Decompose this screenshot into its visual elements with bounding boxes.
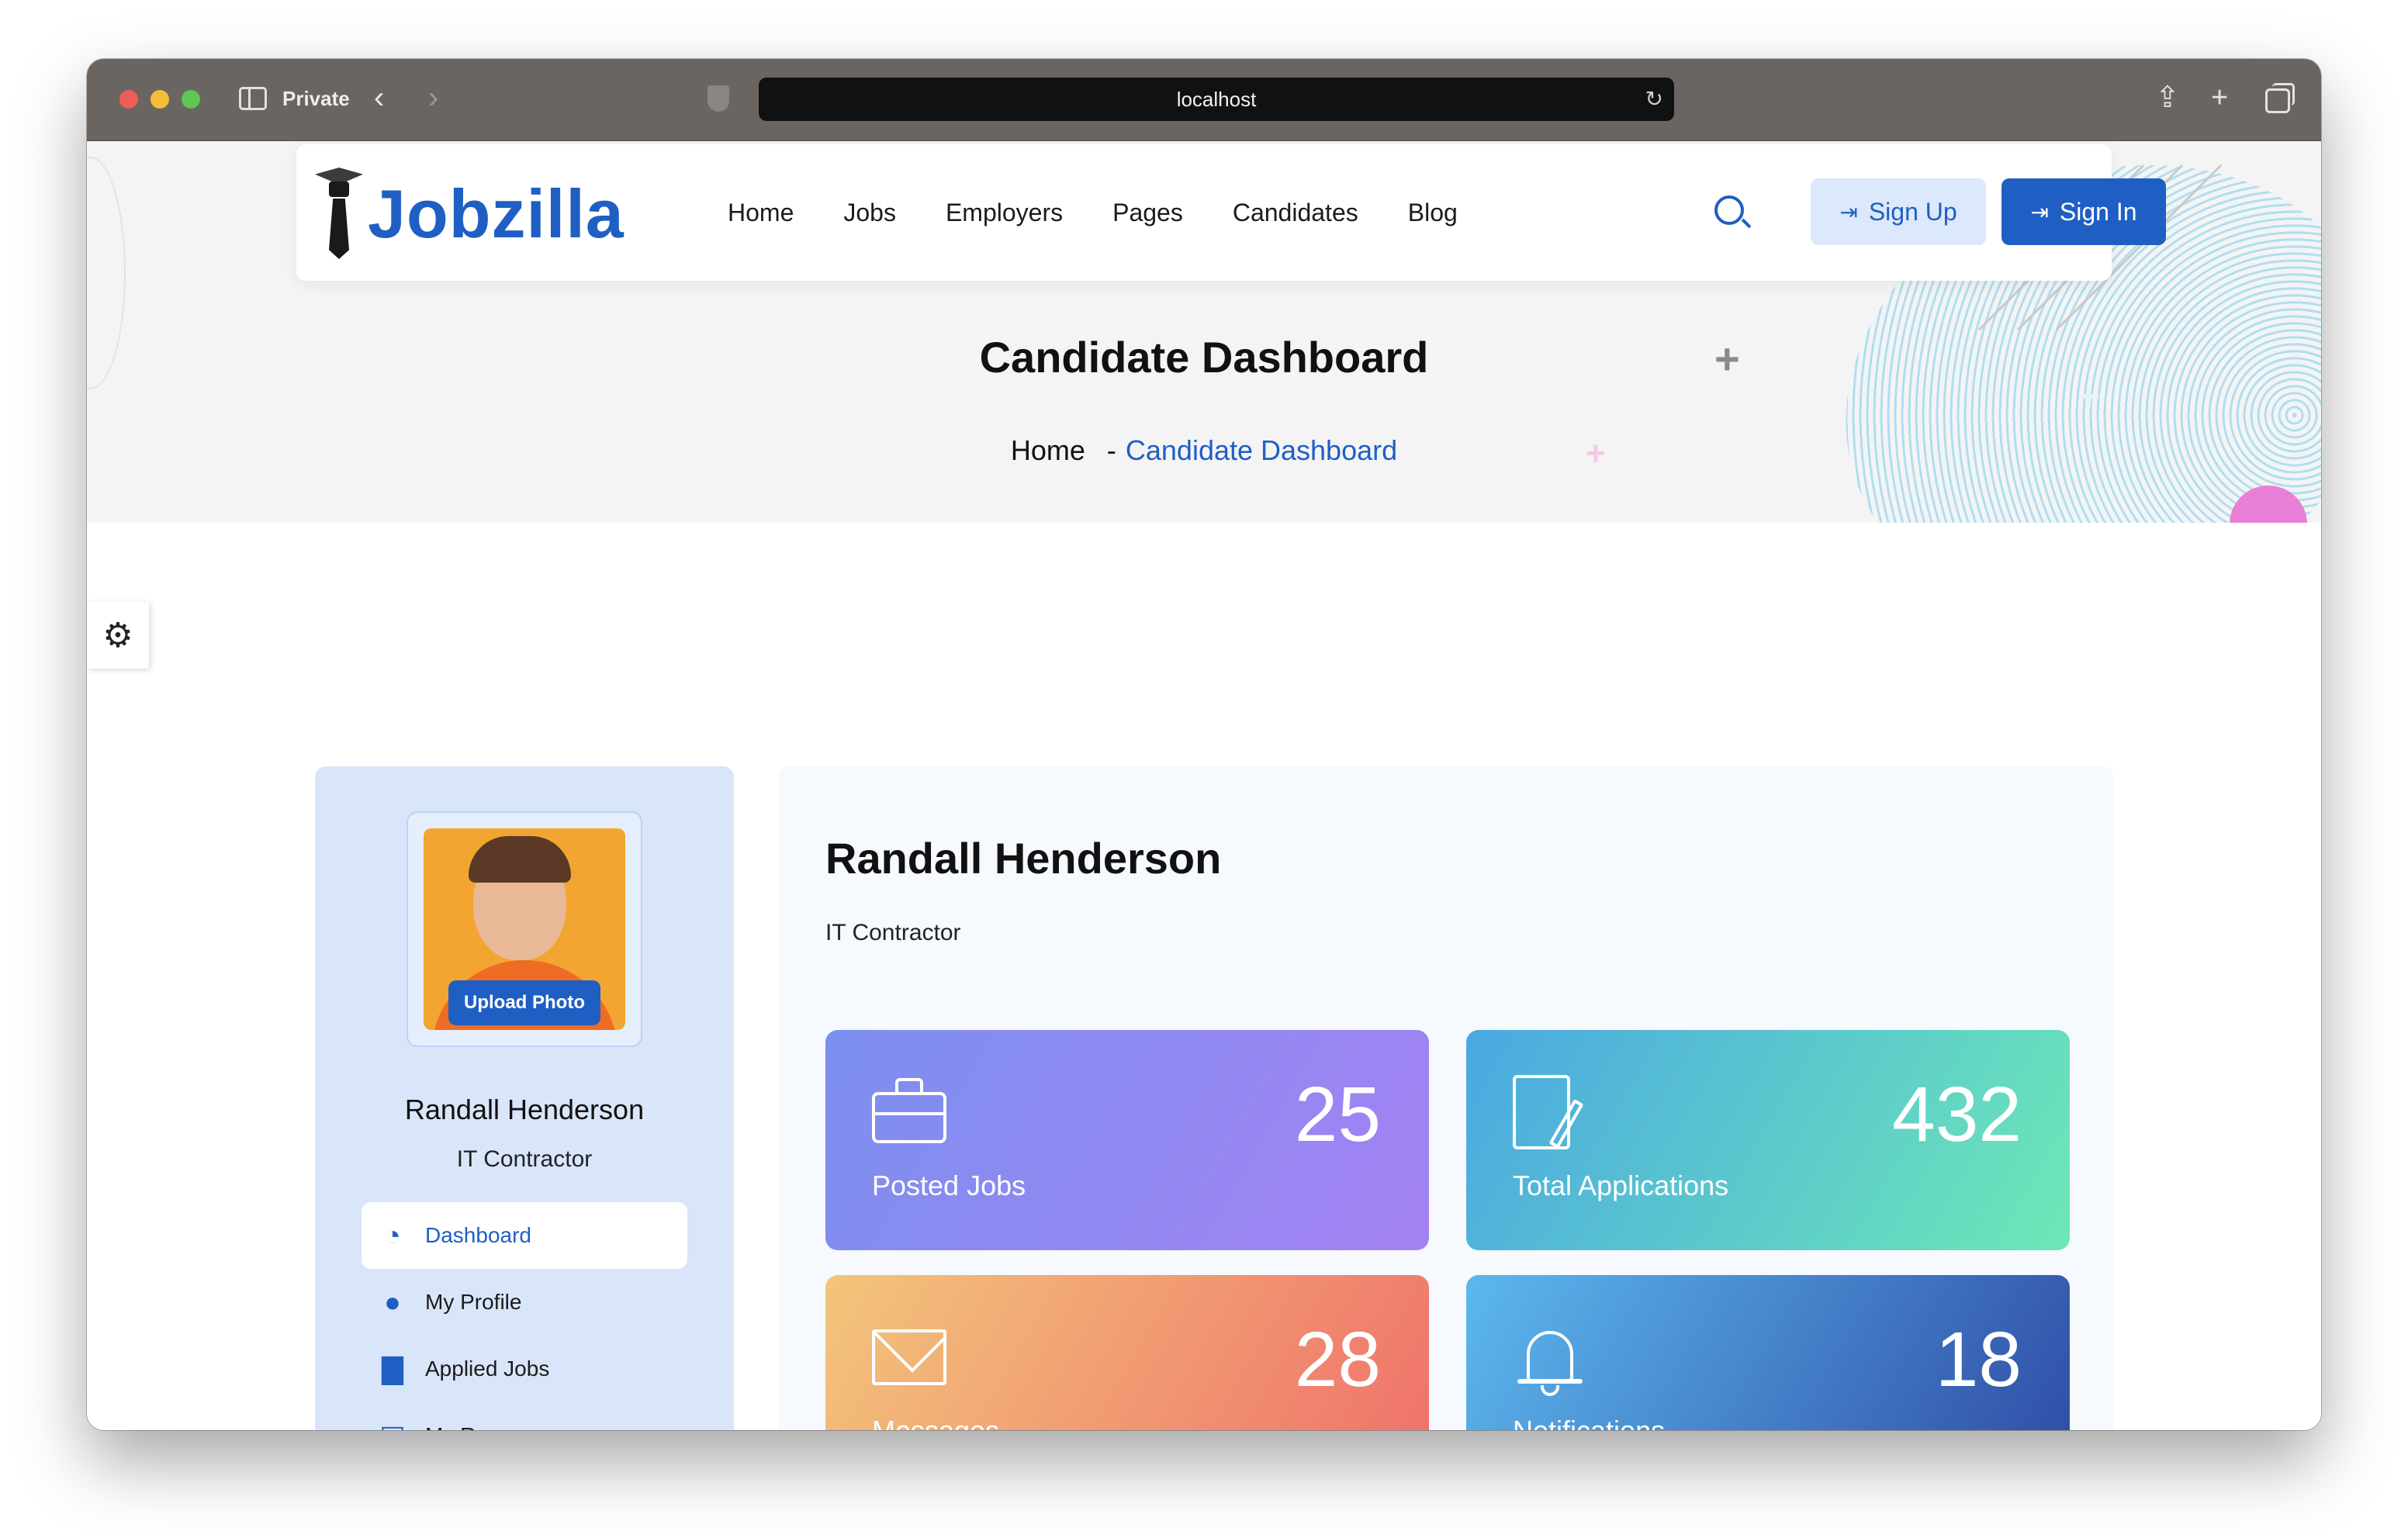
stat-card-posted-jobs[interactable]: 25 Posted Jobs — [825, 1030, 1429, 1250]
private-browsing-label: Private — [282, 87, 350, 110]
stat-value: 28 — [1294, 1316, 1381, 1403]
share-icon[interactable]: ⇪ — [2155, 81, 2180, 115]
speedometer-icon: ◔ — [384, 1219, 401, 1251]
breadcrumb: Home - Candidate Dashboard — [87, 434, 2321, 467]
menu-item-label: Dashboard — [425, 1223, 531, 1247]
tie-logo-icon — [315, 168, 363, 261]
page-viewport: + + + Jobzilla Home Jobs Employers Pages… — [87, 141, 2321, 1430]
bell-icon — [1513, 1320, 1587, 1398]
sign-up-label: Sign Up — [1868, 197, 1957, 226]
stat-card-total-applications[interactable]: 432 Total Applications — [1466, 1030, 2070, 1250]
page-hero: + + + Jobzilla Home Jobs Employers Pages… — [87, 141, 2321, 523]
dashboard-user-role: IT Contractor — [825, 920, 961, 945]
sign-in-arrow-icon: ⇥ — [1839, 199, 1858, 224]
browser-window: Private ‹ › localhost ↻ ⇪ + + + + Jobzil… — [87, 59, 2321, 1430]
menu-item-label: My Resume — [425, 1423, 541, 1430]
avatar: Upload Photo — [424, 828, 625, 1030]
nav-link-home[interactable]: Home — [728, 199, 794, 227]
nav-link-candidates[interactable]: Candidates — [1233, 199, 1358, 227]
minimize-window-button[interactable] — [150, 90, 169, 109]
stat-label: Notifications — [1513, 1415, 1665, 1430]
sign-in-label: Sign In — [2059, 197, 2137, 226]
site-logo[interactable]: Jobzilla — [315, 168, 624, 261]
settings-gear-icon[interactable]: ⚙ — [87, 602, 149, 669]
url-text: localhost — [1176, 88, 1257, 111]
stat-value: 432 — [1892, 1071, 2022, 1158]
address-bar[interactable]: localhost ↻ — [759, 78, 1674, 121]
sign-in-button[interactable]: ⇥ Sign In — [2001, 178, 2166, 245]
briefcase-icon — [872, 1078, 946, 1143]
breadcrumb-home-link[interactable]: Home — [1011, 434, 1085, 466]
dashboard-user-name: Randall Henderson — [825, 834, 1222, 883]
stat-label: Messages — [872, 1415, 999, 1430]
back-arrow-icon[interactable]: ‹ — [374, 79, 384, 116]
menu-item-label: Applied Jobs — [425, 1356, 550, 1381]
envelope-icon — [872, 1329, 946, 1385]
menu-item-applied-jobs[interactable]: ▇ Applied Jobs — [362, 1336, 687, 1402]
sign-up-button[interactable]: ⇥ Sign Up — [1811, 178, 1986, 245]
profile-sidebar: Upload Photo Randall Henderson IT Contra… — [315, 766, 734, 1430]
profile-role: IT Contractor — [456, 1146, 593, 1172]
nav-link-jobs[interactable]: Jobs — [843, 199, 896, 227]
briefcase-icon: ▇ — [382, 1353, 403, 1384]
stat-label: Total Applications — [1513, 1170, 1729, 1201]
stat-card-messages[interactable]: 28 Messages — [825, 1275, 1429, 1430]
stat-value: 18 — [1935, 1316, 2022, 1403]
upload-photo-button[interactable]: Upload Photo — [448, 980, 600, 1025]
nav-link-employers[interactable]: Employers — [946, 199, 1063, 227]
stat-value: 25 — [1294, 1071, 1381, 1158]
browser-titlebar: Private ‹ › localhost ↻ ⇪ + — [87, 59, 2321, 141]
logo-text: Jobzilla — [368, 175, 624, 252]
tab-overview-icon[interactable] — [2265, 83, 2295, 113]
receipt-icon: ▤ — [377, 1419, 408, 1430]
reload-icon[interactable]: ↻ — [1645, 78, 1663, 121]
profile-name: Randall Henderson — [404, 1094, 645, 1125]
close-window-button[interactable] — [119, 90, 138, 109]
stat-label: Posted Jobs — [872, 1170, 1026, 1201]
sidebar-toggle-icon[interactable] — [239, 87, 267, 110]
resume-edit-icon — [1513, 1075, 1587, 1153]
menu-item-dashboard[interactable]: ◔ Dashboard — [362, 1202, 687, 1269]
dashboard-main: Randall Henderson IT Contractor 25 Poste… — [779, 766, 2113, 1430]
search-icon[interactable] — [1714, 195, 1744, 225]
menu-item-my-resume[interactable]: ▤ My Resume — [362, 1402, 687, 1430]
breadcrumb-current: Candidate Dashboard — [1125, 434, 1398, 466]
breadcrumb-separator: - — [1106, 434, 1116, 466]
zoom-window-button[interactable] — [182, 90, 200, 109]
new-tab-icon[interactable]: + — [2211, 81, 2228, 115]
nav-link-blog[interactable]: Blog — [1408, 199, 1458, 227]
page-title: Candidate Dashboard — [979, 333, 1429, 382]
menu-item-label: My Profile — [425, 1290, 522, 1314]
menu-item-my-profile[interactable]: ● My Profile — [362, 1269, 687, 1336]
main-nav: Home Jobs Employers Pages Candidates Blo… — [728, 144, 1458, 281]
profile-photo-frame: Upload Photo — [407, 811, 642, 1047]
user-icon: ● — [384, 1286, 401, 1318]
privacy-shield-icon[interactable] — [708, 85, 729, 112]
site-navbar: Jobzilla Home Jobs Employers Pages Candi… — [296, 144, 2166, 281]
nav-link-pages[interactable]: Pages — [1112, 199, 1183, 227]
stat-card-notifications[interactable]: 18 Notifications — [1466, 1275, 2070, 1430]
forward-arrow-icon[interactable]: › — [428, 79, 438, 116]
sign-in-arrow-icon: ⇥ — [2030, 199, 2049, 224]
dashboard-menu: ◔ Dashboard ● My Profile ▇ Applied Jobs … — [362, 1202, 687, 1430]
